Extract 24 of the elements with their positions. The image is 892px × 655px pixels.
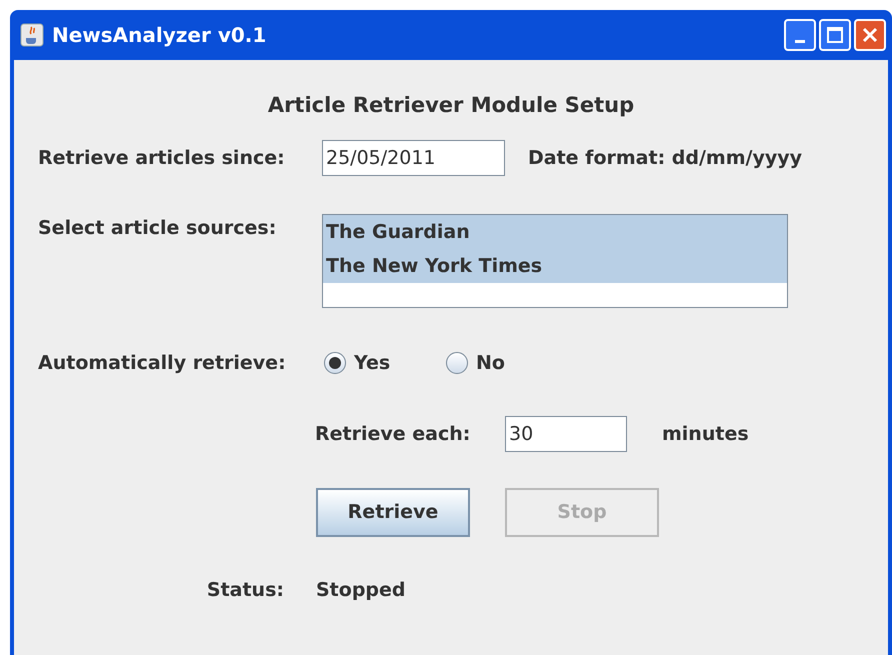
field-label: Retrieve each: (315, 422, 472, 447)
list-item[interactable]: The Guardian (323, 215, 787, 249)
unit-label: minutes (662, 422, 749, 447)
minutes-field[interactable]: 30 (505, 416, 627, 452)
format-hint: Date format: dd/mm/yyyy (528, 146, 802, 171)
cup-icon (20, 23, 44, 47)
list-item[interactable]: The New York Times (323, 249, 787, 283)
window-title: NewsAnalyzer v0.1 (52, 22, 268, 49)
radio-button[interactable] (324, 352, 346, 374)
field-label: Automatically retrieve: (38, 350, 287, 376)
date-field[interactable]: 25/05/2011 (322, 140, 505, 176)
radio-label: No (476, 350, 505, 376)
close-button[interactable] (854, 19, 886, 51)
maximize-button[interactable] (819, 19, 851, 51)
status-value: Stopped (316, 578, 406, 603)
action-button[interactable]: Retrieve (316, 488, 470, 537)
close-icon (861, 26, 879, 44)
field-label: Select article sources: (38, 216, 278, 241)
radio-button[interactable] (446, 352, 468, 374)
minimize-button[interactable] (784, 19, 816, 51)
status-label: Status: (206, 578, 284, 603)
radio-label: Yes (354, 350, 390, 376)
field-label: Retrieve articles since: (38, 146, 286, 171)
form-heading: Article Retriever Module Setup (266, 92, 636, 119)
